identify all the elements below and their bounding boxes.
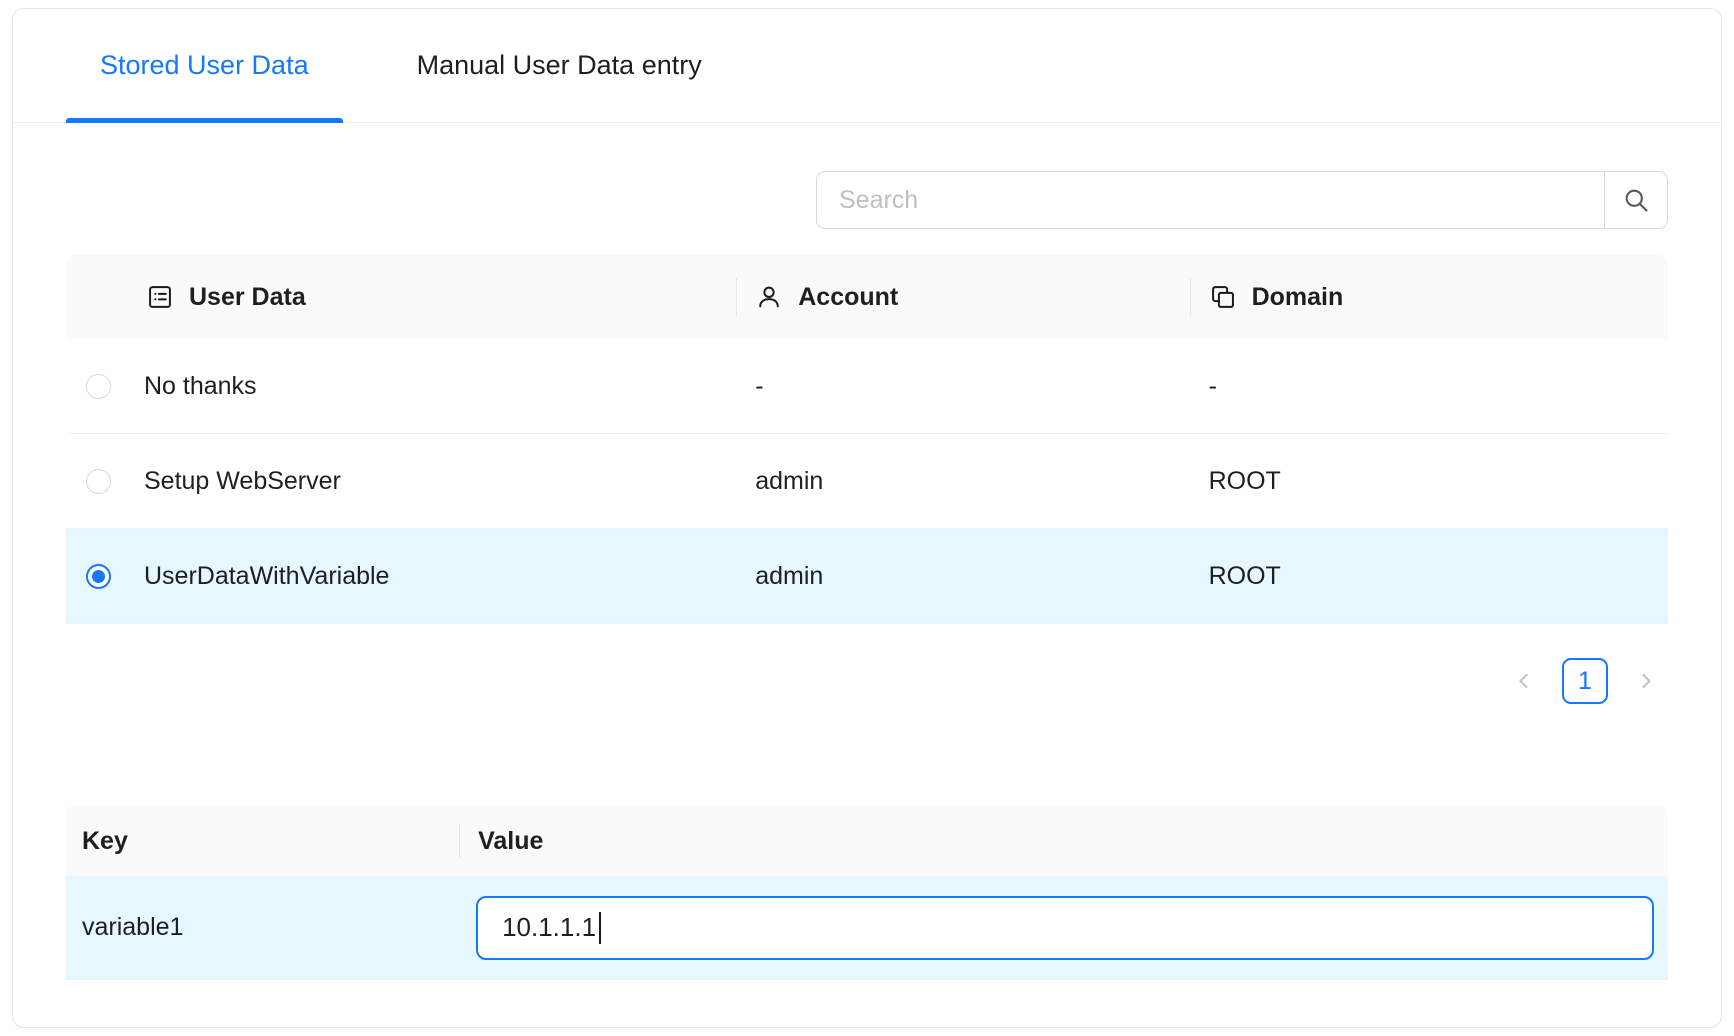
panel-content: User Data Account xyxy=(13,171,1721,980)
search-button[interactable] xyxy=(1604,171,1668,229)
radio-no-thanks[interactable] xyxy=(86,374,111,399)
user-data-name: UserDataWithVariable xyxy=(144,562,389,591)
pagination-page-1[interactable]: 1 xyxy=(1562,658,1608,704)
cell-account: admin xyxy=(737,562,1190,591)
column-label-domain: Domain xyxy=(1252,283,1344,312)
cell-domain: ROOT xyxy=(1191,467,1668,496)
cell-user-data: UserDataWithVariable xyxy=(66,562,737,591)
cell-domain: ROOT xyxy=(1191,562,1668,591)
column-header-account: Account xyxy=(737,255,1190,339)
pagination-next-button[interactable] xyxy=(1624,659,1668,703)
user-data-table-header: User Data Account xyxy=(66,255,1668,339)
variables-table-header: Key Value xyxy=(66,806,1668,876)
cell-user-data: No thanks xyxy=(66,372,737,401)
cell-domain: - xyxy=(1191,372,1668,401)
variable-row-variable1: variable1 10.1.1.1 xyxy=(66,876,1668,980)
cell-account: admin xyxy=(737,467,1190,496)
user-data-name: Setup WebServer xyxy=(144,467,341,496)
variable-value-cell: 10.1.1.1 xyxy=(460,896,1668,960)
pagination-prev-button[interactable] xyxy=(1502,659,1546,703)
radio-userdatawithvariable[interactable] xyxy=(86,564,111,589)
table-row-no-thanks[interactable]: No thanks - - xyxy=(66,339,1668,434)
column-header-key: Key xyxy=(66,806,460,876)
variable-key: variable1 xyxy=(66,913,460,942)
search-box xyxy=(816,171,1668,229)
column-label-account: Account xyxy=(798,283,898,312)
pagination: 1 xyxy=(66,658,1668,704)
user-data-panel: Stored User Data Manual User Data entry xyxy=(12,8,1722,1028)
variables-table: Key Value variable1 10.1.1.1 xyxy=(66,806,1668,980)
cell-account: - xyxy=(737,372,1190,401)
domain-icon xyxy=(1209,283,1237,311)
column-header-value: Value xyxy=(460,806,1668,876)
user-data-name: No thanks xyxy=(144,372,257,401)
variable1-value-text: 10.1.1.1 xyxy=(502,912,596,943)
chevron-right-icon xyxy=(1634,669,1658,693)
tab-stored-user-data-label: Stored User Data xyxy=(100,50,309,81)
table-row-userdatawithvariable[interactable]: UserDataWithVariable admin ROOT xyxy=(66,529,1668,624)
tab-bar: Stored User Data Manual User Data entry xyxy=(13,9,1721,123)
column-header-user-data: User Data xyxy=(66,255,737,339)
search-icon xyxy=(1622,186,1650,214)
variable1-value-input[interactable]: 10.1.1.1 xyxy=(476,896,1654,960)
tab-stored-user-data[interactable]: Stored User Data xyxy=(66,9,343,122)
cell-user-data: Setup WebServer xyxy=(66,467,737,496)
table-row-setup-webserver[interactable]: Setup WebServer admin ROOT xyxy=(66,434,1668,529)
user-data-table: User Data Account xyxy=(66,255,1668,624)
text-caret xyxy=(599,912,601,944)
user-icon xyxy=(755,283,783,311)
tab-manual-user-data-entry[interactable]: Manual User Data entry xyxy=(383,9,736,122)
radio-setup-webserver[interactable] xyxy=(86,469,111,494)
search-row xyxy=(66,171,1668,229)
tab-manual-user-data-entry-label: Manual User Data entry xyxy=(417,50,702,81)
column-label-user-data: User Data xyxy=(189,283,306,312)
column-header-domain: Domain xyxy=(1191,255,1668,339)
profile-icon xyxy=(146,283,174,311)
chevron-left-icon xyxy=(1512,669,1536,693)
search-input[interactable] xyxy=(816,171,1605,229)
